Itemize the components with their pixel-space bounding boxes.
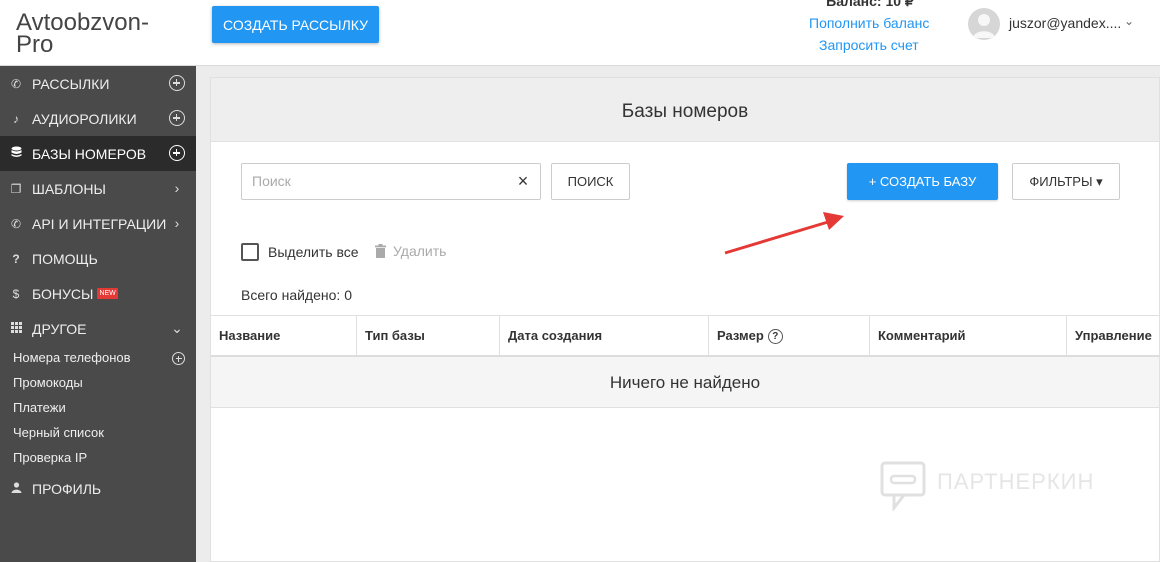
chevron-down-icon[interactable]: ⌄	[1124, 14, 1134, 28]
select-all-checkbox[interactable]	[241, 243, 259, 261]
sidebar-item-templates[interactable]: ❐ ШАБЛОНЫ ›	[0, 171, 196, 206]
delete-button[interactable]: Удалить	[393, 243, 446, 259]
top-header: Avtoobzvon-Pro СОЗДАТЬ РАССЫЛКУ Баланс: …	[0, 0, 1160, 66]
sidebar-item-label: API И ИНТЕГРАЦИИ	[32, 215, 167, 232]
question-icon: ?	[12, 251, 20, 266]
search-button[interactable]: ПОИСК	[551, 163, 630, 200]
sidebar-subitem-blacklist[interactable]: Черный список	[13, 425, 104, 440]
search-input[interactable]	[252, 173, 502, 189]
file-copy-icon: ❐	[10, 181, 22, 196]
sidebar-item-other[interactable]: ДРУГОЕ ⌄	[0, 311, 196, 346]
select-all-label[interactable]: Выделить все	[268, 244, 359, 260]
chevron-down-icon: ⌄	[171, 320, 183, 336]
sidebar-item-label: ПОМОЩЬ	[32, 250, 98, 267]
total-found: Всего найдено: 0	[241, 287, 352, 303]
request-invoice-link[interactable]: Запросить счет	[819, 37, 919, 53]
sidebar-item-label: ДРУГОЕ	[32, 320, 87, 337]
column-header-size[interactable]: Размер?	[709, 316, 870, 356]
phone-icon: ✆	[10, 76, 22, 91]
create-base-button[interactable]: + СОЗДАТЬ БАЗУ	[847, 163, 998, 200]
sidebar: ✆ РАССЫЛКИ ♪ АУДИОРОЛИКИ БАЗЫ НОМЕРОВ ❐ …	[0, 66, 196, 562]
chevron-right-icon: ›	[174, 215, 180, 231]
search-field[interactable]: ×	[241, 163, 541, 200]
database-icon	[10, 146, 22, 161]
person-icon	[10, 481, 22, 496]
page-title: Базы номеров	[621, 101, 749, 122]
chevron-right-icon: ›	[174, 180, 180, 196]
create-mailing-button[interactable]: СОЗДАТЬ РАССЫЛКУ	[212, 6, 379, 43]
column-header-comment[interactable]: Комментарий	[870, 316, 1067, 356]
column-header-type[interactable]: Тип базы	[357, 316, 500, 356]
sidebar-item-label: БОНУСЫ	[32, 285, 94, 302]
sidebar-item-mailings[interactable]: ✆ РАССЫЛКИ	[0, 66, 196, 101]
plus-circle-icon[interactable]	[169, 145, 185, 161]
music-note-icon: ♪	[13, 111, 19, 126]
sidebar-item-databases[interactable]: БАЗЫ НОМЕРОВ	[0, 136, 196, 171]
plus-circle-icon[interactable]	[169, 75, 185, 91]
sidebar-subitem-phone-numbers[interactable]: Номера телефонов	[13, 350, 131, 365]
sidebar-item-profile[interactable]: ПРОФИЛЬ	[0, 471, 196, 506]
dollar-icon: $	[12, 286, 20, 301]
sidebar-item-label: ШАБЛОНЫ	[32, 180, 106, 197]
plus-circle-icon[interactable]	[172, 352, 185, 365]
column-header-created[interactable]: Дата создания	[500, 316, 709, 356]
plus-circle-icon[interactable]	[169, 110, 185, 126]
grid-icon	[10, 321, 22, 336]
table-header: Название Тип базы Дата создания Размер? …	[211, 315, 1159, 357]
sidebar-item-audio[interactable]: ♪ АУДИОРОЛИКИ	[0, 101, 196, 136]
trash-icon[interactable]	[375, 244, 386, 258]
watermark: ПАРТНЕРКИН	[880, 461, 1120, 513]
sidebar-item-bonuses[interactable]: $ БОНУСЫ NEW	[0, 276, 196, 311]
column-header-name[interactable]: Название	[211, 316, 357, 356]
phone-forward-icon: ✆	[10, 216, 22, 231]
sidebar-item-api[interactable]: ✆ API И ИНТЕГРАЦИИ ›	[0, 206, 196, 241]
app-logo[interactable]: Avtoobzvon-Pro	[16, 11, 176, 57]
clear-icon[interactable]: ×	[516, 172, 530, 190]
sidebar-subitem-payments[interactable]: Платежи	[13, 400, 66, 415]
new-badge: NEW	[97, 288, 118, 299]
sidebar-item-label: АУДИОРОЛИКИ	[32, 110, 137, 127]
empty-state: Ничего не найдено	[211, 357, 1159, 408]
sidebar-subitem-ip-check[interactable]: Проверка IP	[13, 450, 87, 465]
sidebar-item-label: БАЗЫ НОМЕРОВ	[32, 145, 147, 162]
watermark-text: ПАРТНЕРКИН	[937, 469, 1095, 494]
sidebar-item-label: РАССЫЛКИ	[32, 75, 110, 92]
user-avatar-icon	[973, 14, 995, 38]
sidebar-item-help[interactable]: ? ПОМОЩЬ	[0, 241, 196, 276]
panel-header: Базы номеров	[211, 78, 1159, 142]
column-header-actions[interactable]: Управление	[1067, 316, 1159, 356]
sidebar-item-label: ПРОФИЛЬ	[32, 480, 102, 497]
watermark-logo-icon	[880, 461, 926, 513]
avatar[interactable]	[968, 8, 1000, 40]
sidebar-subitem-promocodes[interactable]: Промокоды	[13, 375, 83, 390]
filters-button[interactable]: ФИЛЬТРЫ ▾	[1012, 163, 1120, 200]
balance-text: Баланс: 10 ₽	[826, 0, 914, 9]
topup-balance-link[interactable]: Пополнить баланс	[809, 15, 929, 31]
user-email[interactable]: juszor@yandex....	[1009, 15, 1121, 31]
help-icon[interactable]: ?	[767, 329, 783, 345]
column-header-size-label: Размер	[717, 328, 764, 343]
